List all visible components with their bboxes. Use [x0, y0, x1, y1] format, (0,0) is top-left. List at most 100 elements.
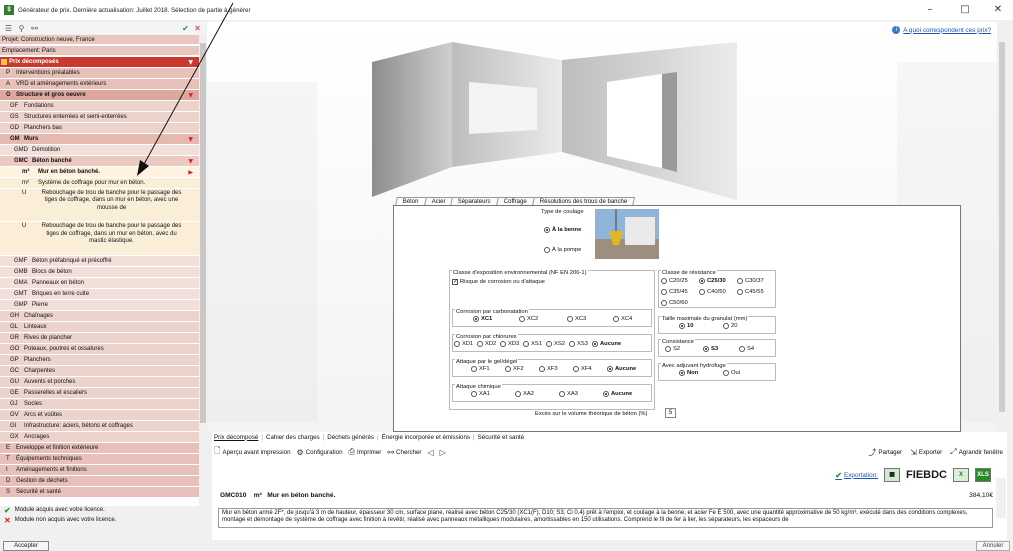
- tree-item-gp[interactable]: GP Planchers: [0, 354, 199, 365]
- detail-scrollbar[interactable]: [996, 478, 1006, 518]
- resistance-radio-c2025[interactable]: C20/25: [661, 278, 688, 284]
- pouring-radio-lapompe[interactable]: À la pompe: [544, 247, 581, 253]
- tree-item-gmd[interactable]: GMD Démolition: [0, 145, 199, 155]
- tree-item-i[interactable]: I Aménagements et finitions: [0, 464, 199, 475]
- collapse-down-icon[interactable]: ▼: [188, 158, 193, 165]
- aggregate-radio-20[interactable]: 20: [723, 323, 737, 329]
- aggregate-radio-10[interactable]: 10: [679, 323, 693, 329]
- resistance-radio-c4555[interactable]: C45/55: [737, 289, 764, 295]
- consistency-radio-s4[interactable]: S4: [739, 346, 754, 352]
- close-button[interactable]: ✕: [988, 0, 1008, 20]
- collapse-down-icon[interactable]: ▼: [188, 136, 193, 143]
- minimize-button[interactable]: –: [920, 0, 940, 20]
- resistance-radio-c3545[interactable]: C35/45: [661, 289, 688, 295]
- tree-item-gl[interactable]: GL Linteaux: [0, 321, 199, 332]
- tree-item-gma[interactable]: GMA Panneaux en béton: [0, 277, 199, 288]
- tree-item-prix[interactable]: Prix décomposés ▼: [0, 57, 199, 67]
- detail-tab-1[interactable]: Cahier des charges: [266, 434, 320, 441]
- detail-tab-4[interactable]: Sécurité et santé: [478, 434, 524, 441]
- export-button[interactable]: ⇲ Exporter: [910, 447, 942, 458]
- tree-item-reb1[interactable]: U Rebouchage de trou de banche pour le pa…: [0, 189, 199, 222]
- enlarge-button[interactable]: ⤢ Agrandir fenêtre: [950, 447, 1003, 458]
- tree-item-t[interactable]: T Équipements techniques: [0, 453, 199, 464]
- chloride-radio-aucune[interactable]: Aucune: [592, 341, 621, 347]
- frost-radio-aucune[interactable]: Aucune: [607, 366, 636, 372]
- resistance-radio-c3037[interactable]: C30/37: [737, 278, 764, 284]
- frost-radio-xf3[interactable]: XF3: [539, 366, 558, 372]
- tree-item-gmf[interactable]: GMF Béton préfabriqué et précoffré: [0, 255, 199, 266]
- chloride-radio-xs2[interactable]: XS2: [546, 341, 565, 347]
- chloride-radio-xd3[interactable]: XD3: [500, 341, 519, 347]
- frost-radio-xf4[interactable]: XF4: [573, 366, 592, 372]
- detail-tab-3[interactable]: Énergie incorporée et émissions: [382, 434, 470, 441]
- carbonation-radio-xc4[interactable]: XC4: [613, 316, 632, 322]
- list-icon[interactable]: ☰: [4, 24, 13, 33]
- tree-item-gmb[interactable]: GMB Blocs de béton: [0, 266, 199, 277]
- help-link[interactable]: i A quoi correspondent ces prix?: [892, 26, 991, 34]
- tree-item-projet[interactable]: Projet: Construction neuve, France: [0, 35, 199, 45]
- detail-tab-2[interactable]: Déchets générés: [327, 434, 374, 441]
- chloride-radio-xd2[interactable]: XD2: [477, 341, 496, 347]
- detail-tab-0[interactable]: Prix décomposé: [214, 434, 258, 441]
- tree-item-gc[interactable]: GC Charpentes: [0, 365, 199, 376]
- tree-item-gf[interactable]: GF Fondations: [0, 101, 199, 111]
- tree-item-gh[interactable]: GH Chaînages: [0, 310, 199, 321]
- viewer-scrollbar[interactable]: [997, 22, 1007, 432]
- help-link-text[interactable]: A quoi correspondent ces prix?: [903, 27, 991, 34]
- tree-item-ge[interactable]: GE Passerelles et escaliers: [0, 387, 199, 398]
- exportation-link[interactable]: ✔ Exportation:: [835, 471, 878, 480]
- resistance-radio-c2530[interactable]: C25/30: [699, 278, 726, 284]
- carbonation-radio-xc3[interactable]: XC3: [567, 316, 586, 322]
- collapse-down-icon[interactable]: ▼: [188, 92, 193, 99]
- consistency-radio-s3[interactable]: S3: [703, 346, 718, 352]
- chemical-radio-xa3[interactable]: XA3: [559, 391, 578, 397]
- carbonation-radio-xc2[interactable]: XC2: [519, 316, 538, 322]
- tree-item-gr[interactable]: GR Rives de plancher: [0, 332, 199, 343]
- tree-item-reb2[interactable]: U Rebouchage de trou de banche pour le pa…: [0, 222, 199, 255]
- search-button[interactable]: ⚯ Chercher: [387, 448, 421, 457]
- binoculars-icon[interactable]: ⚯: [30, 24, 39, 33]
- tree-item-gmt[interactable]: GMT Briques en terre cuite: [0, 288, 199, 299]
- frost-radio-xf1[interactable]: XF1: [471, 366, 490, 372]
- pouring-radio-labenne[interactable]: À la benne: [544, 227, 581, 233]
- print-preview-button[interactable]: 🗋 Aperçu avant impression: [214, 445, 291, 459]
- tree-item-gu[interactable]: GU Auvents et porches: [0, 376, 199, 387]
- admixture-radio-oui[interactable]: Oui: [723, 370, 740, 376]
- resistance-radio-c4050[interactable]: C40/50: [699, 289, 726, 295]
- tree-icon[interactable]: ⚲: [17, 24, 26, 33]
- print-button[interactable]: ⎙ Imprimer: [349, 447, 382, 457]
- tree-item-gx[interactable]: GX Ancrages: [0, 431, 199, 442]
- tree-item-gi[interactable]: GI Infrastructure: aciers, bétons et coff…: [0, 420, 199, 431]
- tree-item-gmp[interactable]: GMP Pierre: [0, 299, 199, 310]
- accept-check-icon[interactable]: ✔: [181, 24, 190, 33]
- chemical-radio-xa2[interactable]: XA2: [515, 391, 534, 397]
- tree-item-gj[interactable]: GJ Socles: [0, 398, 199, 409]
- chemical-radio-aucune[interactable]: Aucune: [603, 391, 632, 397]
- tree-item-p[interactable]: P Interventions préalables: [0, 68, 199, 78]
- tree-item-gs[interactable]: GS Structures enterrées et semi-enterrées: [0, 112, 199, 122]
- tree-item-g[interactable]: G Structure et gros oeuvre ▼: [0, 90, 199, 100]
- tree-item-mur[interactable]: m² Mur en béton banché. ▶: [0, 167, 199, 177]
- excel-export-icon[interactable]: XLS: [975, 468, 991, 482]
- excess-input[interactable]: 5: [665, 408, 676, 418]
- resistance-radio-c5060[interactable]: C50/60: [661, 300, 688, 306]
- tree-item-sys[interactable]: m² Système de coffrage pour mur en béton.: [0, 178, 199, 188]
- tree-item-go[interactable]: GO Poteaux, poutres et ossatures: [0, 343, 199, 354]
- chloride-radio-xs3[interactable]: XS3: [569, 341, 588, 347]
- fiebdc-logo[interactable]: FIEBDC: [906, 469, 947, 481]
- tree-item-s[interactable]: S Sécurité et santé: [0, 486, 199, 497]
- admixture-radio-non[interactable]: Non: [679, 370, 698, 376]
- tree-item-gm[interactable]: GM Murs ▼: [0, 134, 199, 144]
- tree-item-a[interactable]: A VRD et aménagements extérieurs: [0, 79, 199, 89]
- prev-button[interactable]: ◁: [428, 448, 434, 457]
- next-button[interactable]: ▷: [440, 448, 446, 457]
- maximize-button[interactable]: □: [955, 0, 975, 20]
- tree-item-d[interactable]: D Gestion de déchets: [0, 475, 199, 486]
- expand-right-icon[interactable]: ▶: [188, 169, 193, 176]
- frost-radio-xf2[interactable]: XF2: [505, 366, 524, 372]
- carbonation-radio-xc1[interactable]: XC1: [473, 316, 492, 322]
- chloride-radio-xd1[interactable]: XD1: [454, 341, 473, 347]
- share-button[interactable]: ⤴ Partager: [868, 447, 902, 458]
- consistency-radio-s2[interactable]: S2: [665, 346, 680, 352]
- xls-export-icon[interactable]: X: [953, 468, 969, 482]
